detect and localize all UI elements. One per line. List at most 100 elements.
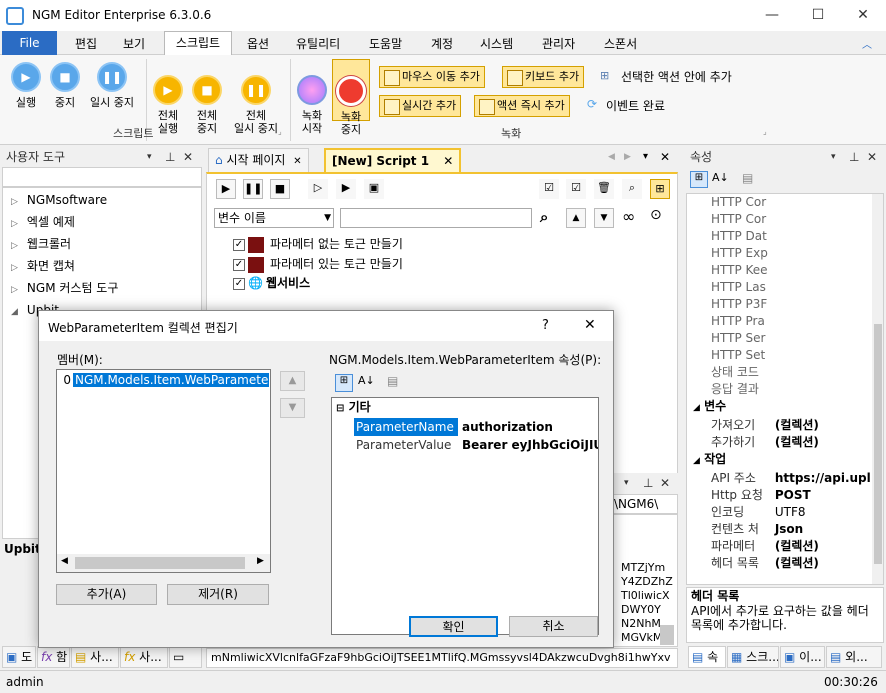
dialog-launcher-icon[interactable]: ⌟ — [763, 127, 767, 136]
scrollbar[interactable] — [872, 194, 883, 584]
property-row[interactable]: 파라메터 (컬렉션) — [687, 538, 872, 555]
action-node[interactable]: ✓ 🌐 웹서비스 — [233, 273, 310, 293]
dropdown-icon[interactable]: ▾ — [147, 147, 152, 167]
pause-all-button[interactable]: ❚❚ 전체 일시 중지 — [228, 62, 284, 135]
remove-button[interactable]: 제거(R) — [167, 584, 269, 605]
property-row[interactable]: API 주소 https://api.upl — [687, 470, 872, 487]
menu-admin[interactable]: 관리자 — [542, 35, 575, 52]
category-other[interactable]: ⊟ 기타 — [332, 398, 598, 418]
maximize-button[interactable]: ☐ — [795, 0, 841, 31]
action-node[interactable]: ✓ 파라메터 있는 토근 만들기 — [233, 254, 403, 274]
menu-view[interactable]: 보기 — [123, 35, 145, 52]
scrollbar-thumb[interactable] — [660, 625, 674, 645]
move-down-button[interactable]: ▼ — [280, 398, 305, 418]
tab-external[interactable]: ▤ 외... — [826, 646, 882, 668]
tab-extra[interactable]: ▭ — [169, 646, 202, 668]
property-row[interactable]: 추가하기 (컬렉션) — [687, 434, 872, 451]
menu-help[interactable]: 도움말 — [369, 35, 402, 52]
close-panel-icon[interactable]: ✕ — [183, 147, 193, 167]
property-row[interactable]: 가져오기 (컬렉션) — [687, 417, 872, 434]
close-panel-icon[interactable]: ✕ — [867, 147, 877, 167]
add-realtime-button[interactable]: 실시간 추가 — [379, 95, 462, 117]
property-row[interactable]: 헤더 목록 (컬렉션) — [687, 555, 872, 572]
tab-script[interactable]: ▦ 스크... — [727, 646, 779, 668]
move-up-button[interactable]: ▲ — [280, 371, 305, 391]
property-row[interactable]: 인코딩 UTF8 — [687, 504, 872, 521]
dialog-help-button[interactable]: ? — [542, 318, 549, 333]
category-work[interactable]: ◢ 작업 — [687, 451, 872, 470]
add-action-instant-button[interactable]: 액션 즉시 추가 — [474, 95, 570, 117]
property-row[interactable]: 상태 코드 — [687, 364, 872, 381]
tab-start-page[interactable]: ⌂ 시작 페이지 ✕ — [208, 148, 309, 172]
property-row[interactable]: ParameterValueBearer eyJhbGciOiJIUzI1NiJ… — [332, 436, 598, 454]
categorized-icon[interactable]: ⊞ — [335, 374, 353, 392]
move-up-icon[interactable]: ▲ — [566, 208, 586, 228]
tab-image[interactable]: ▣ 이... — [780, 646, 825, 668]
scroll-right-icon[interactable]: ▶ — [257, 556, 264, 566]
property-row[interactable]: HTTP Set — [687, 347, 872, 364]
record-stop-button[interactable]: 녹화 중지 — [332, 59, 370, 136]
play-icon[interactable]: ▶ — [216, 179, 236, 199]
tree-item-capture[interactable]: 화면 캡쳐 — [3, 256, 201, 278]
move-down-icon[interactable]: ▼ — [594, 208, 614, 228]
step-into-icon[interactable]: ▶ — [336, 179, 356, 199]
dialog-close-button[interactable]: ✕ — [584, 317, 596, 333]
horizontal-scrollbar[interactable]: ◀ ▶ — [57, 554, 270, 572]
stop-button[interactable]: ■ 중지 — [47, 62, 83, 109]
menu-edit[interactable]: 편집 — [75, 35, 97, 52]
property-row[interactable]: HTTP Kee — [687, 262, 872, 279]
minimize-button[interactable]: — — [749, 0, 795, 31]
property-row[interactable]: Http 요청 POST — [687, 487, 872, 504]
property-pages-icon[interactable]: ▤ — [387, 374, 398, 388]
close-tab-icon[interactable]: ✕ — [443, 154, 453, 168]
search-icon[interactable]: ⌕ — [622, 179, 642, 199]
action-node[interactable]: ✓ 파라메터 없는 토근 만들기 — [233, 234, 403, 254]
sort-alpha-icon[interactable]: A↓ — [712, 171, 729, 184]
pin-icon[interactable]: ⊥ — [849, 147, 859, 167]
pause-icon[interactable]: ❚❚ — [243, 179, 263, 199]
sort-alpha-icon[interactable]: A↓ — [358, 374, 375, 387]
step-over-icon[interactable]: ▣ — [364, 179, 384, 199]
dropdown-icon[interactable]: ▾ — [831, 147, 836, 167]
link-icon[interactable]: ∞ — [622, 207, 635, 226]
menu-account[interactable]: 계정 — [431, 35, 453, 52]
tab-user-2[interactable]: fx 사... — [120, 646, 168, 668]
checkbox-icon[interactable]: ✓ — [233, 258, 245, 271]
categorized-icon[interactable]: ⊞ — [690, 171, 708, 188]
property-row[interactable]: HTTP P3F — [687, 296, 872, 313]
menu-system[interactable]: 시스템 — [480, 35, 513, 52]
scrollbar-thumb[interactable] — [75, 557, 245, 569]
menu-options[interactable]: 옵션 — [247, 35, 269, 52]
record-start-button[interactable]: 녹화 시작 — [296, 62, 328, 135]
property-row[interactable]: 컨텐츠 처 Json — [687, 521, 872, 538]
property-row[interactable]: HTTP Exp — [687, 245, 872, 262]
property-row[interactable]: HTTP Las — [687, 279, 872, 296]
category-variable[interactable]: ◢ 변수 — [687, 398, 872, 417]
ribbon-collapse-icon[interactable]: ︿ — [862, 36, 872, 51]
pin-icon[interactable]: ⊥ — [165, 147, 175, 167]
tree-item-excel[interactable]: 엑셀 예제 — [3, 212, 201, 234]
tab-properties[interactable]: ▤ 속 — [688, 646, 726, 668]
search-icon[interactable]: ⌕ — [540, 208, 548, 226]
tab-scroll-right-icon[interactable]: ▶ — [624, 152, 631, 162]
variable-select[interactable]: 변수 이름 ▼ — [214, 208, 334, 228]
close-editor-icon[interactable]: ✕ — [660, 150, 670, 164]
tab-script-1[interactable]: [New] Script 1 ✕ — [324, 148, 462, 172]
cancel-button[interactable]: 취소 — [509, 616, 598, 637]
tab-tool[interactable]: ▣ 도 — [2, 646, 36, 668]
property-row[interactable]: HTTP Cor — [687, 194, 872, 211]
tab-user-1[interactable]: ▤ 사... — [71, 646, 119, 668]
tab-function[interactable]: fx 함 — [37, 646, 70, 668]
stop-all-button[interactable]: ■ 전체 중지 — [189, 62, 225, 135]
pin-icon[interactable]: ⊥ — [643, 473, 653, 493]
add-in-selected-action-button[interactable]: 선택한 액션 안에 추가 — [621, 68, 732, 85]
check-icon[interactable]: ☑ — [566, 179, 586, 199]
variable-search-input[interactable] — [340, 208, 532, 228]
property-row[interactable]: 응답 결과 — [687, 381, 872, 398]
run-button[interactable]: ▶ 실행 — [8, 62, 44, 109]
menu-sponsor[interactable]: 스폰서 — [604, 35, 637, 52]
tree-item-crawler[interactable]: 웹크롤러 — [3, 234, 201, 256]
members-list[interactable]: 0NGM.Models.Item.WebParameterItem ◀ ▶ — [56, 369, 271, 573]
property-row[interactable]: ParameterName authorization — [332, 418, 598, 436]
property-row[interactable]: HTTP Ser — [687, 330, 872, 347]
